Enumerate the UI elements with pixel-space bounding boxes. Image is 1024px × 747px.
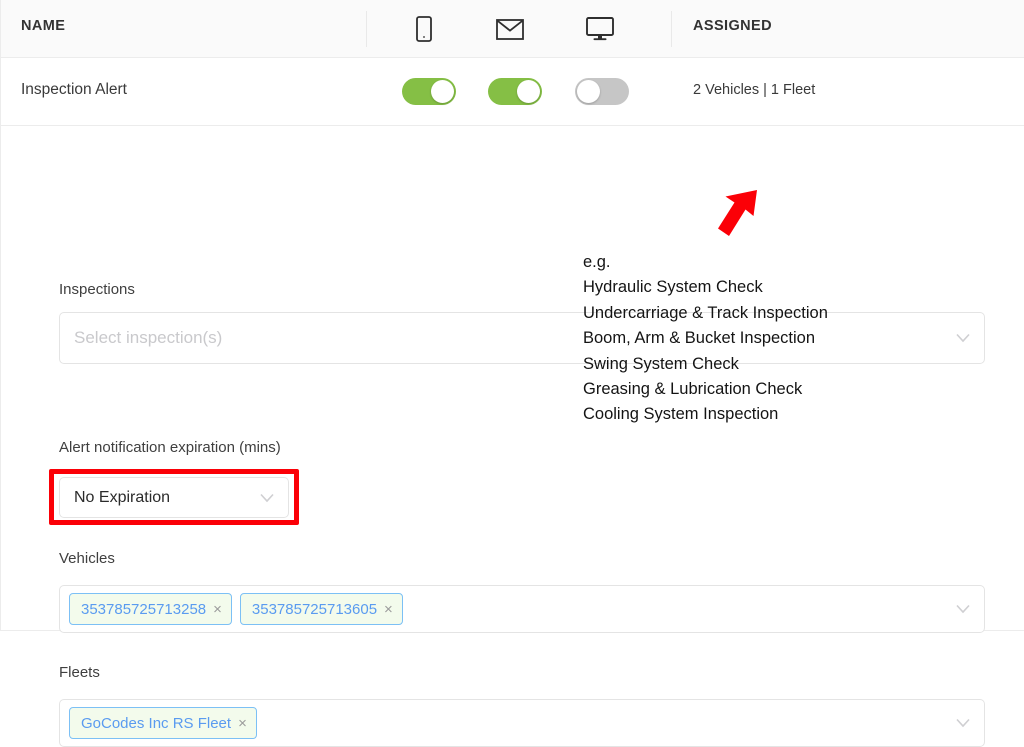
column-header-name: NAME: [21, 18, 66, 34]
column-header-assigned: ASSIGNED: [693, 18, 772, 34]
envelope-icon: [493, 13, 527, 45]
close-icon[interactable]: ×: [384, 602, 393, 617]
chip-label: 353785725713258: [81, 600, 207, 618]
annotation-line: Hydraulic System Check: [583, 278, 763, 297]
close-icon[interactable]: ×: [213, 602, 222, 617]
annotation-line: Greasing & Lubrication Check: [583, 379, 803, 398]
expiration-label: Alert notification expiration (mins): [59, 439, 281, 456]
alert-settings-screen: NAME ASSIGNED Inspection Alert 2 Vehicle…: [0, 0, 1024, 747]
table-header-row: NAME ASSIGNED: [0, 0, 1024, 58]
table-row[interactable]: Inspection Alert 2 Vehicles | 1 Fleet: [0, 58, 1024, 126]
annotation-line: e.g.: [583, 253, 611, 271]
assigned-summary: 2 Vehicles | 1 Fleet: [693, 82, 816, 98]
fleets-select[interactable]: GoCodes Inc RS Fleet ×: [59, 699, 985, 747]
list-item[interactable]: GoCodes Inc RS Fleet ×: [69, 707, 257, 739]
chevron-down-icon: [260, 493, 274, 502]
chevron-down-icon: [956, 604, 970, 614]
alert-form-panel: Inspections Select inspection(s) Alert n…: [0, 126, 1024, 747]
list-item[interactable]: 353785725713605 ×: [239, 593, 403, 625]
desktop-notification-toggle[interactable]: [575, 78, 629, 105]
fleets-label: Fleets: [59, 664, 100, 681]
vehicles-label: Vehicles: [59, 550, 115, 567]
desktop-monitor-icon: [583, 13, 617, 45]
list-item[interactable]: 353785725713258 ×: [69, 593, 232, 625]
toggle-knob: [577, 80, 600, 103]
close-icon[interactable]: ×: [238, 716, 247, 731]
mobile-notification-toggle[interactable]: [402, 78, 456, 105]
header-divider-right: [671, 11, 672, 47]
inspections-placeholder: Select inspection(s): [74, 328, 223, 347]
annotation-line: Boom, Arm & Bucket Inspection: [583, 329, 816, 348]
chip-label: GoCodes Inc RS Fleet: [81, 714, 232, 732]
alert-name-label: Inspection Alert: [21, 81, 127, 98]
annotation-line: Undercarriage & Track Inspection: [583, 303, 828, 322]
expiration-select[interactable]: No Expiration: [59, 477, 289, 518]
email-notification-toggle[interactable]: [488, 78, 542, 105]
inspections-label: Inspections: [59, 281, 135, 298]
annotation-text: e.g. Hydraulic System Check Undercarriag…: [583, 250, 828, 428]
inspections-select[interactable]: Select inspection(s): [59, 312, 985, 364]
mobile-phone-icon: [407, 13, 441, 45]
annotation-line: Swing System Check: [583, 354, 739, 373]
annotation-line: Cooling System Inspection: [583, 405, 779, 424]
chip-label: 353785725713605: [251, 600, 378, 618]
chevron-down-icon: [956, 333, 970, 343]
header-divider-left: [366, 11, 367, 47]
chevron-down-icon: [956, 718, 970, 728]
fleet-chip-list: GoCodes Inc RS Fleet ×: [69, 707, 257, 739]
toggle-knob: [431, 80, 454, 103]
vehicles-select[interactable]: 353785725713258 × 353785725713605 ×: [59, 585, 985, 633]
vehicle-chip-list: 353785725713258 × 353785725713605 ×: [69, 593, 403, 625]
expiration-value: No Expiration: [74, 488, 171, 506]
toggle-knob: [517, 80, 540, 103]
